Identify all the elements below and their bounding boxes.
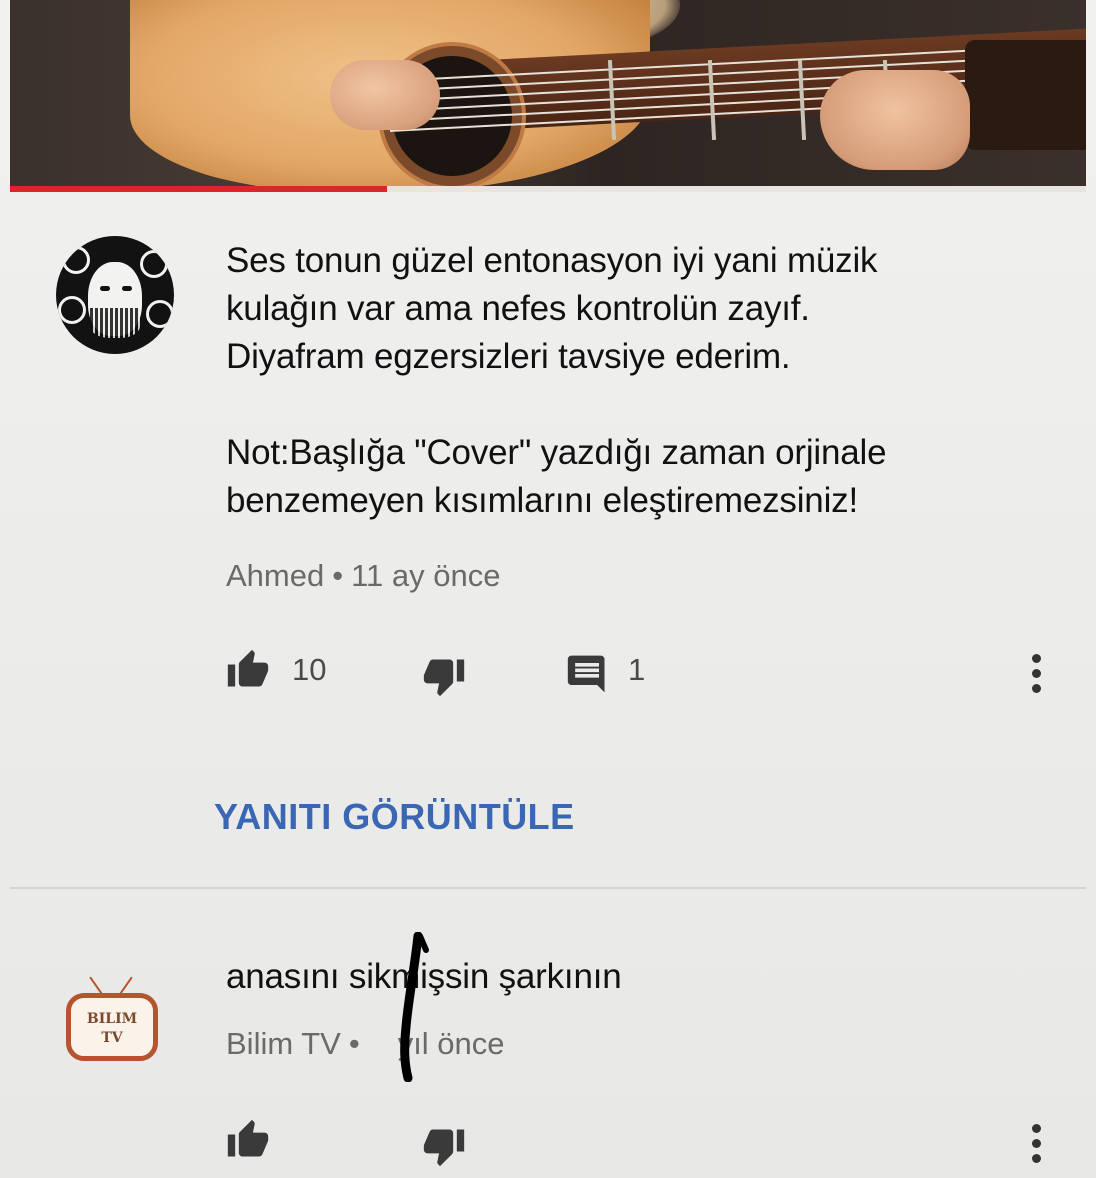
avatar-eye bbox=[100, 286, 110, 291]
thumbs-down-icon[interactable] bbox=[422, 1124, 466, 1168]
avatar-eye bbox=[122, 286, 132, 291]
thumbs-up-icon[interactable] bbox=[226, 1118, 270, 1162]
comment-text: Ses tonun güzel entonasyon iyi yani müzi… bbox=[226, 237, 1056, 525]
comment-time: 11 ay önce bbox=[351, 558, 501, 593]
video-progress-fill bbox=[10, 186, 387, 192]
page: Ses tonun güzel entonasyon iyi yani müzi… bbox=[0, 0, 1096, 1178]
thumbs-down-icon[interactable] bbox=[422, 654, 466, 698]
strumming-hand bbox=[330, 60, 440, 130]
view-replies-link[interactable]: YANITI GÖRÜNTÜLE bbox=[214, 796, 575, 838]
avatar-label-line: BILIM bbox=[86, 1011, 138, 1027]
meta-separator: • bbox=[332, 558, 344, 593]
comment-blank-line bbox=[226, 381, 1056, 429]
comment-line: Ses tonun güzel entonasyon iyi yani müzi… bbox=[226, 241, 878, 280]
comment-line: Not:Başlığa "Cover" yazdığı zaman orjina… bbox=[226, 433, 887, 472]
comment-author[interactable]: Ahmed bbox=[226, 558, 324, 593]
like-count: 10 bbox=[292, 652, 327, 687]
avatar-hair-curl bbox=[62, 246, 90, 274]
comment-line: Diyafram egzersizleri tavsiye ederim. bbox=[226, 337, 791, 376]
avatar-label-line: TV bbox=[101, 1030, 123, 1046]
guitar-headstock bbox=[965, 40, 1086, 150]
reply-count: 1 bbox=[628, 652, 646, 687]
comment-line: kulağın var ama nefes kontrolün zayıf. bbox=[226, 289, 810, 328]
censor-scribble bbox=[400, 932, 429, 1082]
fretting-hand bbox=[820, 70, 970, 170]
comment-meta: Bilim TV • yıl önce bbox=[226, 1026, 505, 1062]
avatar[interactable] bbox=[56, 236, 174, 354]
comment-actions bbox=[226, 1118, 1066, 1168]
avatar[interactable]: BILIM TV bbox=[62, 975, 166, 1065]
comment-text: anasını sikmişsin şarkının bbox=[226, 953, 1056, 1001]
comment-line: anasını sikmişsin şarkının bbox=[226, 957, 622, 996]
thumbs-up-icon[interactable] bbox=[226, 648, 270, 692]
avatar-hair-curl bbox=[146, 300, 174, 328]
comment-line: benzemeyen kısımlarını eleştiremezsiniz! bbox=[226, 481, 858, 520]
comment-icon[interactable] bbox=[566, 652, 610, 696]
more-vertical-icon[interactable] bbox=[1030, 654, 1042, 702]
video-player[interactable] bbox=[10, 0, 1086, 192]
video-progress-bar[interactable] bbox=[10, 186, 1086, 192]
avatar-hair-curl bbox=[140, 250, 168, 278]
comment-author[interactable]: Bilim TV bbox=[226, 1026, 341, 1061]
tv-body: BILIM TV bbox=[66, 993, 158, 1061]
meta-separator: • bbox=[348, 1026, 360, 1061]
avatar-beard bbox=[90, 308, 140, 338]
avatar-hair-curl bbox=[58, 296, 86, 324]
comment-actions: 10 1 bbox=[226, 648, 1066, 698]
comment-divider bbox=[10, 887, 1086, 889]
more-vertical-icon[interactable] bbox=[1030, 1124, 1042, 1172]
comment-meta: Ahmed • 11 ay önce bbox=[226, 558, 500, 594]
